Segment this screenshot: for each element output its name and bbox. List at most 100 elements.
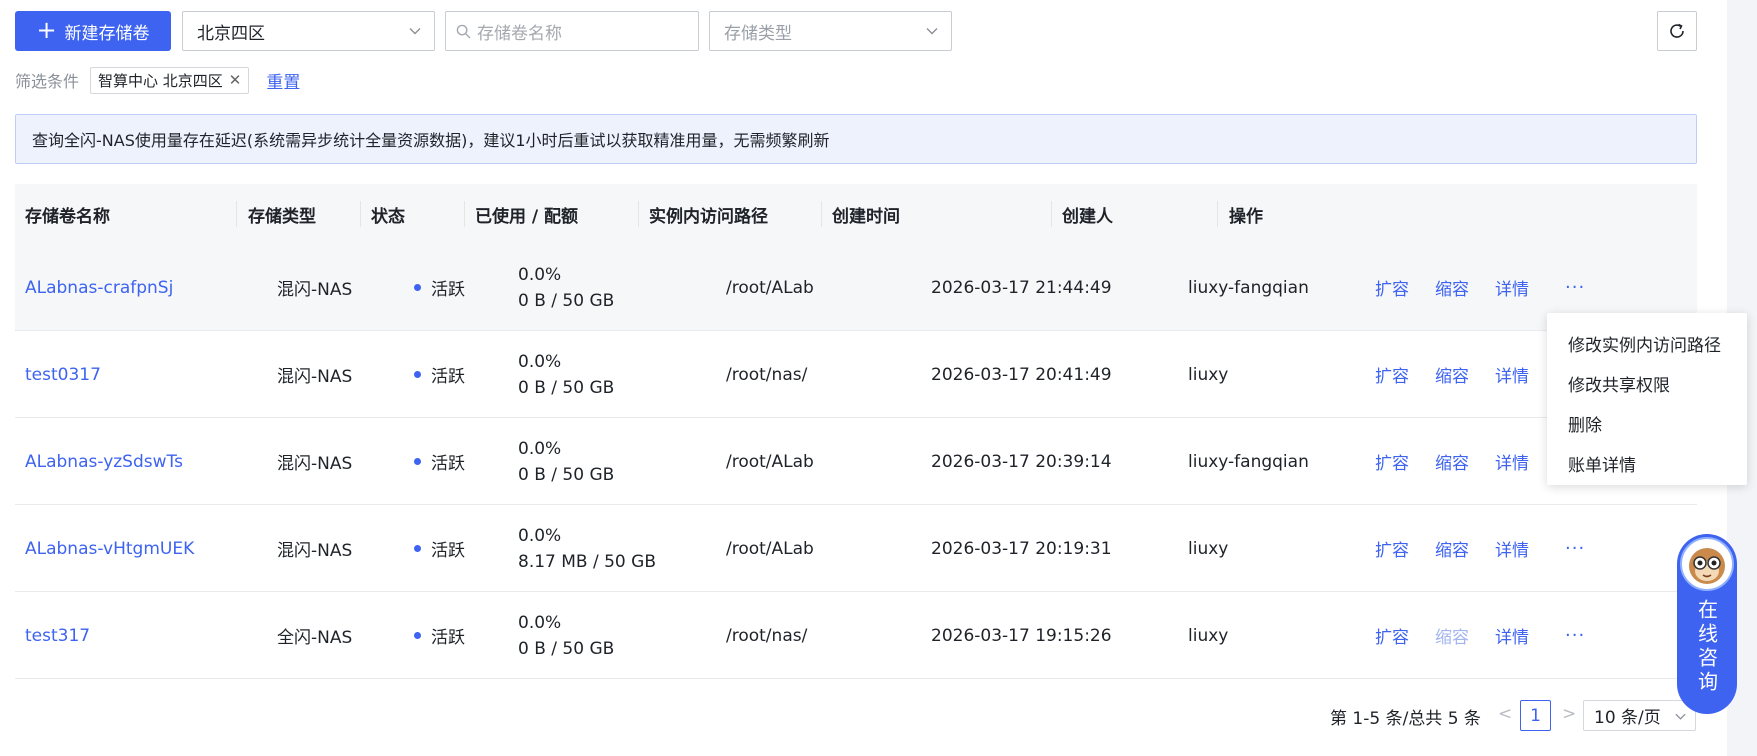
page-size-value: 10 条/页: [1594, 708, 1661, 728]
creator: liuxy-fangqian: [1188, 277, 1309, 298]
usage-cell: 0.0% 0 B / 50 GB: [518, 592, 614, 679]
usage-cell: 0.0% 0 B / 50 GB: [518, 418, 614, 505]
usage-quota: 0 B / 50 GB: [518, 464, 615, 485]
storage-type-select[interactable]: 存储类型: [709, 11, 952, 51]
detail-button[interactable]: 详情: [1495, 275, 1529, 300]
more-actions-button[interactable]: ···: [1565, 277, 1585, 298]
refresh-button[interactable]: [1657, 11, 1697, 51]
volume-name-link[interactable]: ALabnas-vHtgmUEK: [25, 505, 194, 592]
usage-cell: 0.0% 0 B / 50 GB: [518, 244, 614, 331]
shrink-button[interactable]: 缩容: [1435, 275, 1469, 300]
chevron-down-icon: [926, 28, 938, 35]
access-path: /root/nas/: [726, 364, 808, 385]
status-text: 活跃: [431, 541, 465, 561]
region-select[interactable]: 北京四区: [182, 11, 435, 51]
usage-quota: 0 B / 50 GB: [518, 638, 615, 659]
storage-type: 混闪-NAS: [277, 454, 353, 474]
volume-name-link[interactable]: test317: [25, 592, 90, 679]
next-page-button[interactable]: >: [1562, 704, 1576, 724]
table-row: test0317 混闪-NAS 活跃 0.0% 0 B / 50 GB /root…: [15, 331, 1697, 418]
column-divider: [464, 201, 465, 227]
shrink-button[interactable]: 缩容: [1435, 449, 1469, 474]
more-actions-button[interactable]: ···: [1565, 625, 1585, 646]
prev-page-button[interactable]: <: [1498, 704, 1512, 724]
column-divider: [1051, 201, 1052, 227]
column-header: 操作: [1229, 206, 1263, 227]
column-divider: [821, 201, 822, 227]
toolbar: + 新建存储卷 北京四区 存储卷名称 存储类型: [15, 11, 1697, 51]
status-dot: [414, 545, 421, 552]
column-header: 存储卷名称: [25, 206, 110, 227]
row-actions: 扩容 缩容 详情 ···: [1375, 592, 1585, 679]
filter-tag: 智算中心 北京四区 ✕: [90, 66, 250, 94]
volume-name-link[interactable]: ALabnas-crafpnSj: [25, 244, 173, 331]
column-header: 已使用 / 配额: [475, 206, 579, 227]
usage-delay-notice: 查询全闪-NAS使用量存在延迟(系统需异步统计全量资源数据)，建议1小时后重试以…: [15, 114, 1697, 164]
menu-item-edit-permission[interactable]: 修改共享权限: [1547, 363, 1747, 403]
expand-button[interactable]: 扩容: [1375, 536, 1409, 561]
shrink-button-disabled: 缩容: [1435, 628, 1469, 648]
column-header: 实例内访问路径: [649, 206, 768, 227]
status-text: 活跃: [431, 280, 465, 300]
storage-type: 混闪-NAS: [277, 280, 353, 300]
menu-item-delete[interactable]: 删除: [1547, 403, 1747, 443]
reset-filter-link[interactable]: 重置: [266, 68, 300, 93]
table-row: ALabnas-vHtgmUEK 混闪-NAS 活跃 0.0% 8.17 MB /…: [15, 505, 1697, 592]
shrink-button[interactable]: 缩容: [1435, 536, 1469, 561]
volume-table: 存储卷名称 存储类型 状态 已使用 / 配额 实例内访问路径 创建时间 创建人 …: [15, 184, 1697, 679]
storage-type: 全闪-NAS: [277, 628, 353, 648]
close-icon[interactable]: ✕: [229, 71, 242, 89]
status-text: 活跃: [431, 454, 465, 474]
volume-name-link[interactable]: ALabnas-yzSdswTs: [25, 418, 183, 505]
column-divider: [638, 201, 639, 227]
usage-percent: 0.0%: [518, 525, 562, 546]
plus-icon: +: [36, 16, 57, 44]
create-volume-button[interactable]: + 新建存储卷: [15, 11, 171, 51]
creator: liuxy: [1188, 364, 1229, 385]
detail-button[interactable]: 详情: [1495, 449, 1529, 474]
column-header: 创建人: [1062, 206, 1113, 227]
status-dot: [414, 371, 421, 378]
status-badge: 活跃: [414, 418, 465, 505]
created-time: 2026-03-17 21:44:49: [931, 277, 1112, 298]
status-badge: 活跃: [414, 244, 465, 331]
detail-button[interactable]: 详情: [1495, 362, 1529, 387]
notice-text: 查询全闪-NAS使用量存在延迟(系统需异步统计全量资源数据)，建议1小时后重试以…: [32, 131, 830, 150]
more-actions-button[interactable]: ···: [1565, 538, 1585, 559]
shrink-button[interactable]: 缩容: [1435, 362, 1469, 387]
storage-type-placeholder: 存储类型: [724, 23, 792, 44]
online-consult-widget[interactable]: 在线咨询: [1677, 534, 1737, 714]
volume-name-link[interactable]: test0317: [25, 331, 101, 418]
column-divider: [360, 201, 361, 227]
usage-quota: 0 B / 50 GB: [518, 290, 615, 311]
menu-item-billing[interactable]: 账单详情: [1547, 443, 1747, 483]
refresh-icon: [1670, 23, 1684, 38]
region-select-value: 北京四区: [197, 23, 265, 44]
column-divider: [1217, 201, 1218, 227]
created-time: 2026-03-17 20:19:31: [931, 538, 1112, 559]
status-dot: [414, 632, 421, 639]
usage-cell: 0.0% 8.17 MB / 50 GB: [518, 505, 656, 592]
detail-button[interactable]: 详情: [1495, 536, 1529, 561]
usage-percent: 0.0%: [518, 438, 562, 459]
menu-item-edit-path[interactable]: 修改实例内访问路径: [1547, 323, 1747, 363]
chevron-down-icon: [409, 28, 421, 35]
status-badge: 活跃: [414, 331, 465, 418]
created-time: 2026-03-17 19:15:26: [931, 625, 1112, 646]
status-badge: 活跃: [414, 505, 465, 592]
usage-quota: 8.17 MB / 50 GB: [518, 551, 656, 572]
table-row: ALabnas-yzSdswTs 混闪-NAS 活跃 0.0% 0 B / 50 …: [15, 418, 1697, 505]
search-input[interactable]: 存储卷名称: [445, 11, 699, 51]
filter-tag-label: 智算中心 北京四区: [98, 71, 223, 90]
detail-button[interactable]: 详情: [1495, 623, 1529, 648]
pagination: 第 1-5 条/总共 5 条 < 1 > 10 条/页: [0, 700, 1757, 732]
page-button-current[interactable]: 1: [1520, 700, 1551, 731]
page-size-select[interactable]: 10 条/页: [1583, 700, 1696, 731]
expand-button[interactable]: 扩容: [1375, 362, 1409, 387]
create-volume-label: 新建存储卷: [64, 23, 150, 44]
expand-button[interactable]: 扩容: [1375, 623, 1409, 648]
status-dot: [414, 458, 421, 465]
expand-button[interactable]: 扩容: [1375, 449, 1409, 474]
search-placeholder: 存储卷名称: [477, 23, 562, 44]
expand-button[interactable]: 扩容: [1375, 275, 1409, 300]
